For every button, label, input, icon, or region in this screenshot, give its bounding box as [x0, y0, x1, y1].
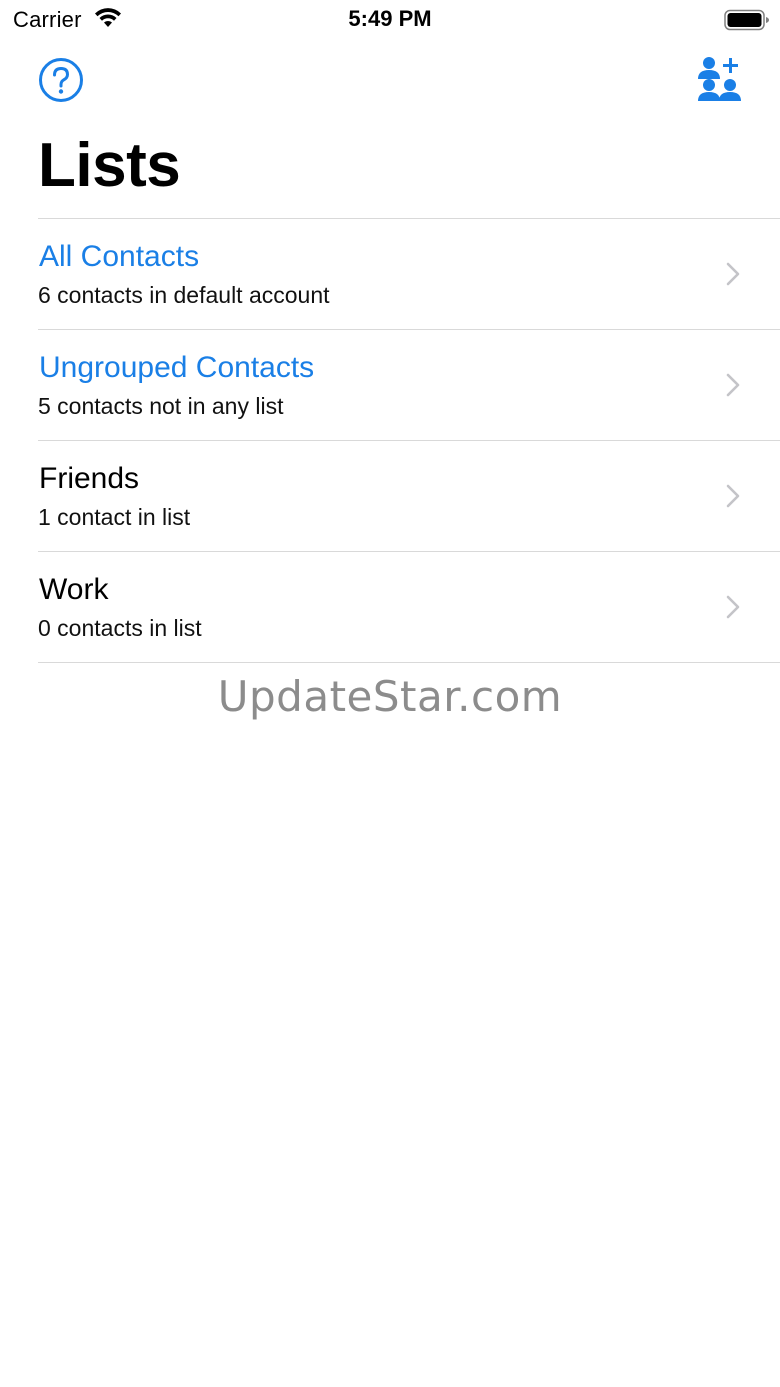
watermark-text: UpdateStar.com	[217, 672, 563, 721]
list-row-subtitle: 6 contacts in default account	[38, 282, 330, 308]
list-row-subtitle: 1 contact in list	[38, 504, 191, 530]
list-row-title: All Contacts	[39, 240, 200, 273]
status-time: 5:49 PM	[348, 6, 432, 31]
list-row-friends[interactable]: Friends 1 contact in list	[38, 441, 780, 552]
list-row-subtitle: 0 contacts in list	[38, 615, 202, 641]
battery-full-icon	[724, 9, 769, 31]
list-row-title: Friends	[39, 462, 140, 495]
page-title: Lists	[38, 131, 181, 200]
list-row-all-contacts[interactable]: All Contacts 6 contacts in default accou…	[38, 219, 780, 330]
question-circle-icon	[39, 58, 83, 102]
status-bar: Carrier 5:49 PM	[0, 0, 780, 40]
add-contact-button[interactable]	[694, 54, 744, 104]
help-button[interactable]	[37, 56, 85, 104]
list-row-title: Ungrouped Contacts	[39, 351, 315, 384]
lists-table: All Contacts 6 contacts in default accou…	[38, 218, 780, 663]
chevron-right-icon	[726, 373, 740, 397]
list-row-subtitle: 5 contacts not in any list	[38, 393, 284, 419]
list-row-ungrouped-contacts[interactable]: Ungrouped Contacts 5 contacts not in any…	[38, 330, 780, 441]
chevron-right-icon	[726, 595, 740, 619]
chevron-right-icon	[726, 262, 740, 286]
list-row-title: Work	[39, 573, 109, 606]
list-row-work[interactable]: Work 0 contacts in list	[38, 552, 780, 663]
chevron-right-icon	[726, 484, 740, 508]
add-person-icon	[698, 57, 741, 101]
